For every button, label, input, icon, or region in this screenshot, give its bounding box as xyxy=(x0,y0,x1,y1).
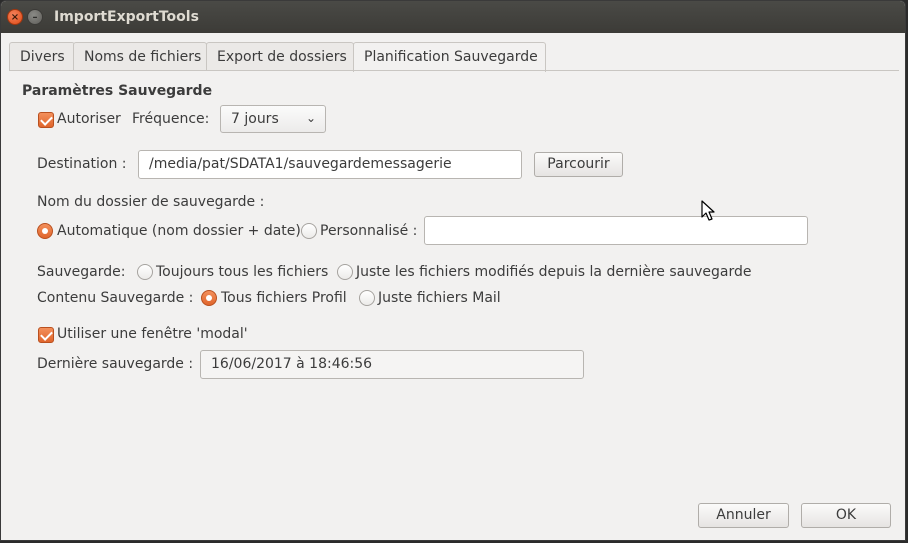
content-label: Contenu Sauvegarde : xyxy=(37,290,194,306)
last-backup-field: 16/06/2017 à 18:46:56 xyxy=(200,350,584,379)
tab-export-de-dossiers[interactable]: Export de dossiers xyxy=(206,42,354,71)
folder-auto-label[interactable]: Automatique (nom dossier + date) xyxy=(57,223,301,239)
enable-label[interactable]: Autoriser xyxy=(57,111,121,127)
backup-always-label[interactable]: Toujours tous les fichiers xyxy=(156,264,328,280)
folder-name-label: Nom du dossier de sauvegarde : xyxy=(37,194,265,210)
last-backup-label: Dernière sauvegarde : xyxy=(37,356,194,372)
frequency-select[interactable]: 7 jours ⌄ xyxy=(220,105,326,133)
backup-label: Sauvegarde: xyxy=(37,264,126,280)
tab-divider xyxy=(9,70,899,71)
chevron-down-icon: ⌄ xyxy=(305,111,316,125)
content-profile-radio[interactable] xyxy=(201,290,217,306)
content-mail-radio[interactable] xyxy=(359,290,375,306)
ok-button[interactable]: OK xyxy=(801,503,891,528)
folder-custom-input[interactable] xyxy=(424,216,808,245)
browse-button[interactable]: Parcourir xyxy=(534,152,623,177)
section-title: Paramètres Sauvegarde xyxy=(22,83,213,99)
enable-checkbox[interactable] xyxy=(38,112,54,128)
modal-label[interactable]: Utiliser une fenêtre 'modal' xyxy=(57,326,248,342)
backup-modified-label[interactable]: Juste les fichiers modifiés depuis la de… xyxy=(356,264,751,280)
tab-divers[interactable]: Divers xyxy=(9,42,75,71)
folder-custom-radio[interactable] xyxy=(301,223,317,239)
folder-custom-label[interactable]: Personnalisé : xyxy=(320,223,417,239)
destination-input[interactable]: /media/pat/SDATA1/sauvegardemessagerie xyxy=(138,150,522,179)
window-title: ImportExportTools xyxy=(54,9,199,25)
tab-planification-sauvegarde[interactable]: Planification Sauvegarde xyxy=(353,42,546,72)
minimize-icon[interactable]: – xyxy=(27,9,43,25)
mouse-pointer-icon xyxy=(701,200,715,221)
close-icon[interactable]: × xyxy=(7,9,23,25)
tab-noms-de-fichiers[interactable]: Noms de fichiers xyxy=(73,42,207,71)
content-mail-label[interactable]: Juste fichiers Mail xyxy=(378,290,501,306)
frequency-label: Fréquence: xyxy=(132,111,210,127)
frequency-value: 7 jours xyxy=(231,111,279,127)
cancel-button[interactable]: Annuler xyxy=(698,503,789,528)
backup-always-radio[interactable] xyxy=(137,264,153,280)
destination-label: Destination : xyxy=(37,156,127,172)
backup-modified-radio[interactable] xyxy=(337,264,353,280)
modal-checkbox[interactable] xyxy=(38,327,54,343)
folder-auto-radio[interactable] xyxy=(37,223,53,239)
dialog-window: × – ImportExportTools Divers Noms de fic… xyxy=(0,0,906,541)
content-profile-label[interactable]: Tous fichiers Profil xyxy=(221,290,347,306)
title-bar: × – ImportExportTools xyxy=(1,1,905,33)
